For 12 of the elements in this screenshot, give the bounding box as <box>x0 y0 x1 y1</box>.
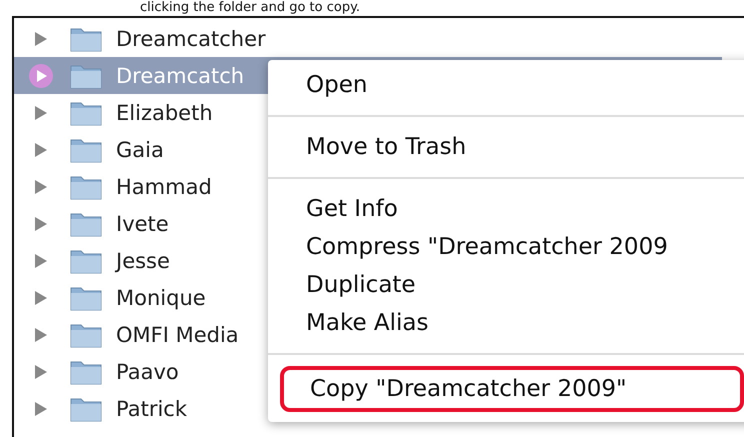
folder-name: Ivete <box>116 212 169 236</box>
folder-name: Dreamcatch <box>116 64 244 88</box>
folder-name: Elizabeth <box>116 100 213 124</box>
folder-name: Monique <box>116 286 206 310</box>
folder-name: OMFI Media <box>116 322 239 346</box>
folder-name: Jesse <box>116 248 170 272</box>
folder-name: Patrick <box>116 396 187 420</box>
folder-name: Paavo <box>116 360 179 384</box>
folder-name: Gaia <box>116 138 164 162</box>
folder-name: Dreamcatcher <box>116 26 266 50</box>
caption-text: clicking the folder and go to copy. <box>139 0 362 16</box>
folder-name: Hammad <box>116 174 212 198</box>
